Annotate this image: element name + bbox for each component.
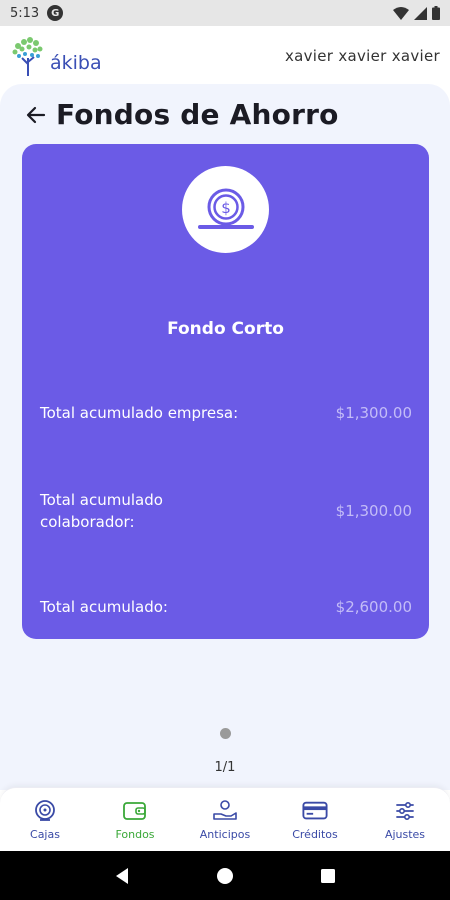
user-name: xavier xavier xavier bbox=[284, 47, 440, 65]
fund-row-value: $1,300.00 bbox=[335, 404, 412, 422]
fund-name: Fondo Corto bbox=[167, 319, 284, 339]
fund-row-label: Total acumulado: bbox=[40, 598, 168, 616]
nav-label: Ajustes bbox=[384, 827, 426, 841]
nav-item-creditos[interactable]: Créditos bbox=[275, 799, 355, 841]
signal-icon bbox=[414, 6, 427, 20]
home-circle-icon[interactable] bbox=[213, 864, 237, 888]
tree-logo-icon bbox=[12, 37, 43, 76]
pagination-dot[interactable] bbox=[220, 728, 231, 739]
app-header: ákiba xavier xavier xavier bbox=[0, 26, 450, 86]
safe-icon bbox=[32, 799, 58, 823]
nav-item-ajustes[interactable]: Ajustes bbox=[365, 799, 445, 841]
nav-item-cajas[interactable]: Cajas bbox=[5, 799, 85, 841]
battery-icon bbox=[432, 6, 440, 20]
fund-card[interactable]: $ Fondo Corto Total acumulado empresa: $… bbox=[22, 144, 429, 639]
android-nav-bar bbox=[0, 851, 450, 900]
page-title: Fondos de Ahorro bbox=[56, 98, 339, 131]
main-content: Fondos de Ahorro $ Fondo Corto Total acu… bbox=[0, 84, 450, 790]
akiba-logo: ákiba bbox=[10, 36, 102, 76]
wifi-icon bbox=[393, 6, 409, 20]
nav-label: Cajas bbox=[30, 827, 60, 841]
nav-label: Créditos bbox=[292, 827, 338, 841]
recents-square-icon[interactable] bbox=[316, 864, 340, 888]
nav-item-anticipos[interactable]: Anticipos bbox=[185, 799, 265, 841]
nav-item-fondos[interactable]: Fondos bbox=[95, 799, 175, 841]
back-arrow-icon[interactable] bbox=[24, 103, 48, 127]
fund-row-label: Total acumulado colaborador: bbox=[40, 491, 163, 531]
fund-row-label: Total acumulado empresa: bbox=[40, 404, 239, 422]
nav-label: Anticipos bbox=[199, 827, 251, 841]
back-triangle-icon[interactable] bbox=[110, 864, 134, 888]
notification-g-icon: G bbox=[47, 5, 64, 21]
fund-row-empresa: Total acumulado empresa: $1,300.00 bbox=[40, 402, 412, 424]
bottom-nav: Cajas Fondos Anticipos Créditos Ajustes bbox=[0, 787, 450, 851]
fund-icon-circle: $ bbox=[182, 166, 269, 253]
page-title-row: Fondos de Ahorro bbox=[24, 98, 339, 131]
fund-row-colaborador: Total acumulado colaborador: $1,300.00 bbox=[40, 489, 412, 533]
hand-money-icon bbox=[212, 799, 238, 823]
fund-row-total: Total acumulado: $2,600.00 bbox=[40, 596, 412, 618]
status-bar: 5:13 G bbox=[0, 0, 450, 26]
status-icons bbox=[393, 6, 440, 20]
fund-row-value: $1,300.00 bbox=[335, 502, 412, 520]
fund-row-value: $2,600.00 bbox=[335, 598, 412, 616]
page-counter: 1/1 bbox=[214, 760, 236, 775]
sliders-icon bbox=[392, 799, 418, 823]
nav-label: Fondos bbox=[115, 827, 155, 841]
svg-text:$: $ bbox=[221, 199, 231, 217]
credit-card-icon bbox=[302, 799, 328, 823]
logo-text: ákiba bbox=[50, 52, 102, 74]
wallet-icon bbox=[122, 799, 148, 823]
coin-savings-icon: $ bbox=[197, 188, 254, 229]
status-time: 5:13 bbox=[10, 5, 40, 21]
